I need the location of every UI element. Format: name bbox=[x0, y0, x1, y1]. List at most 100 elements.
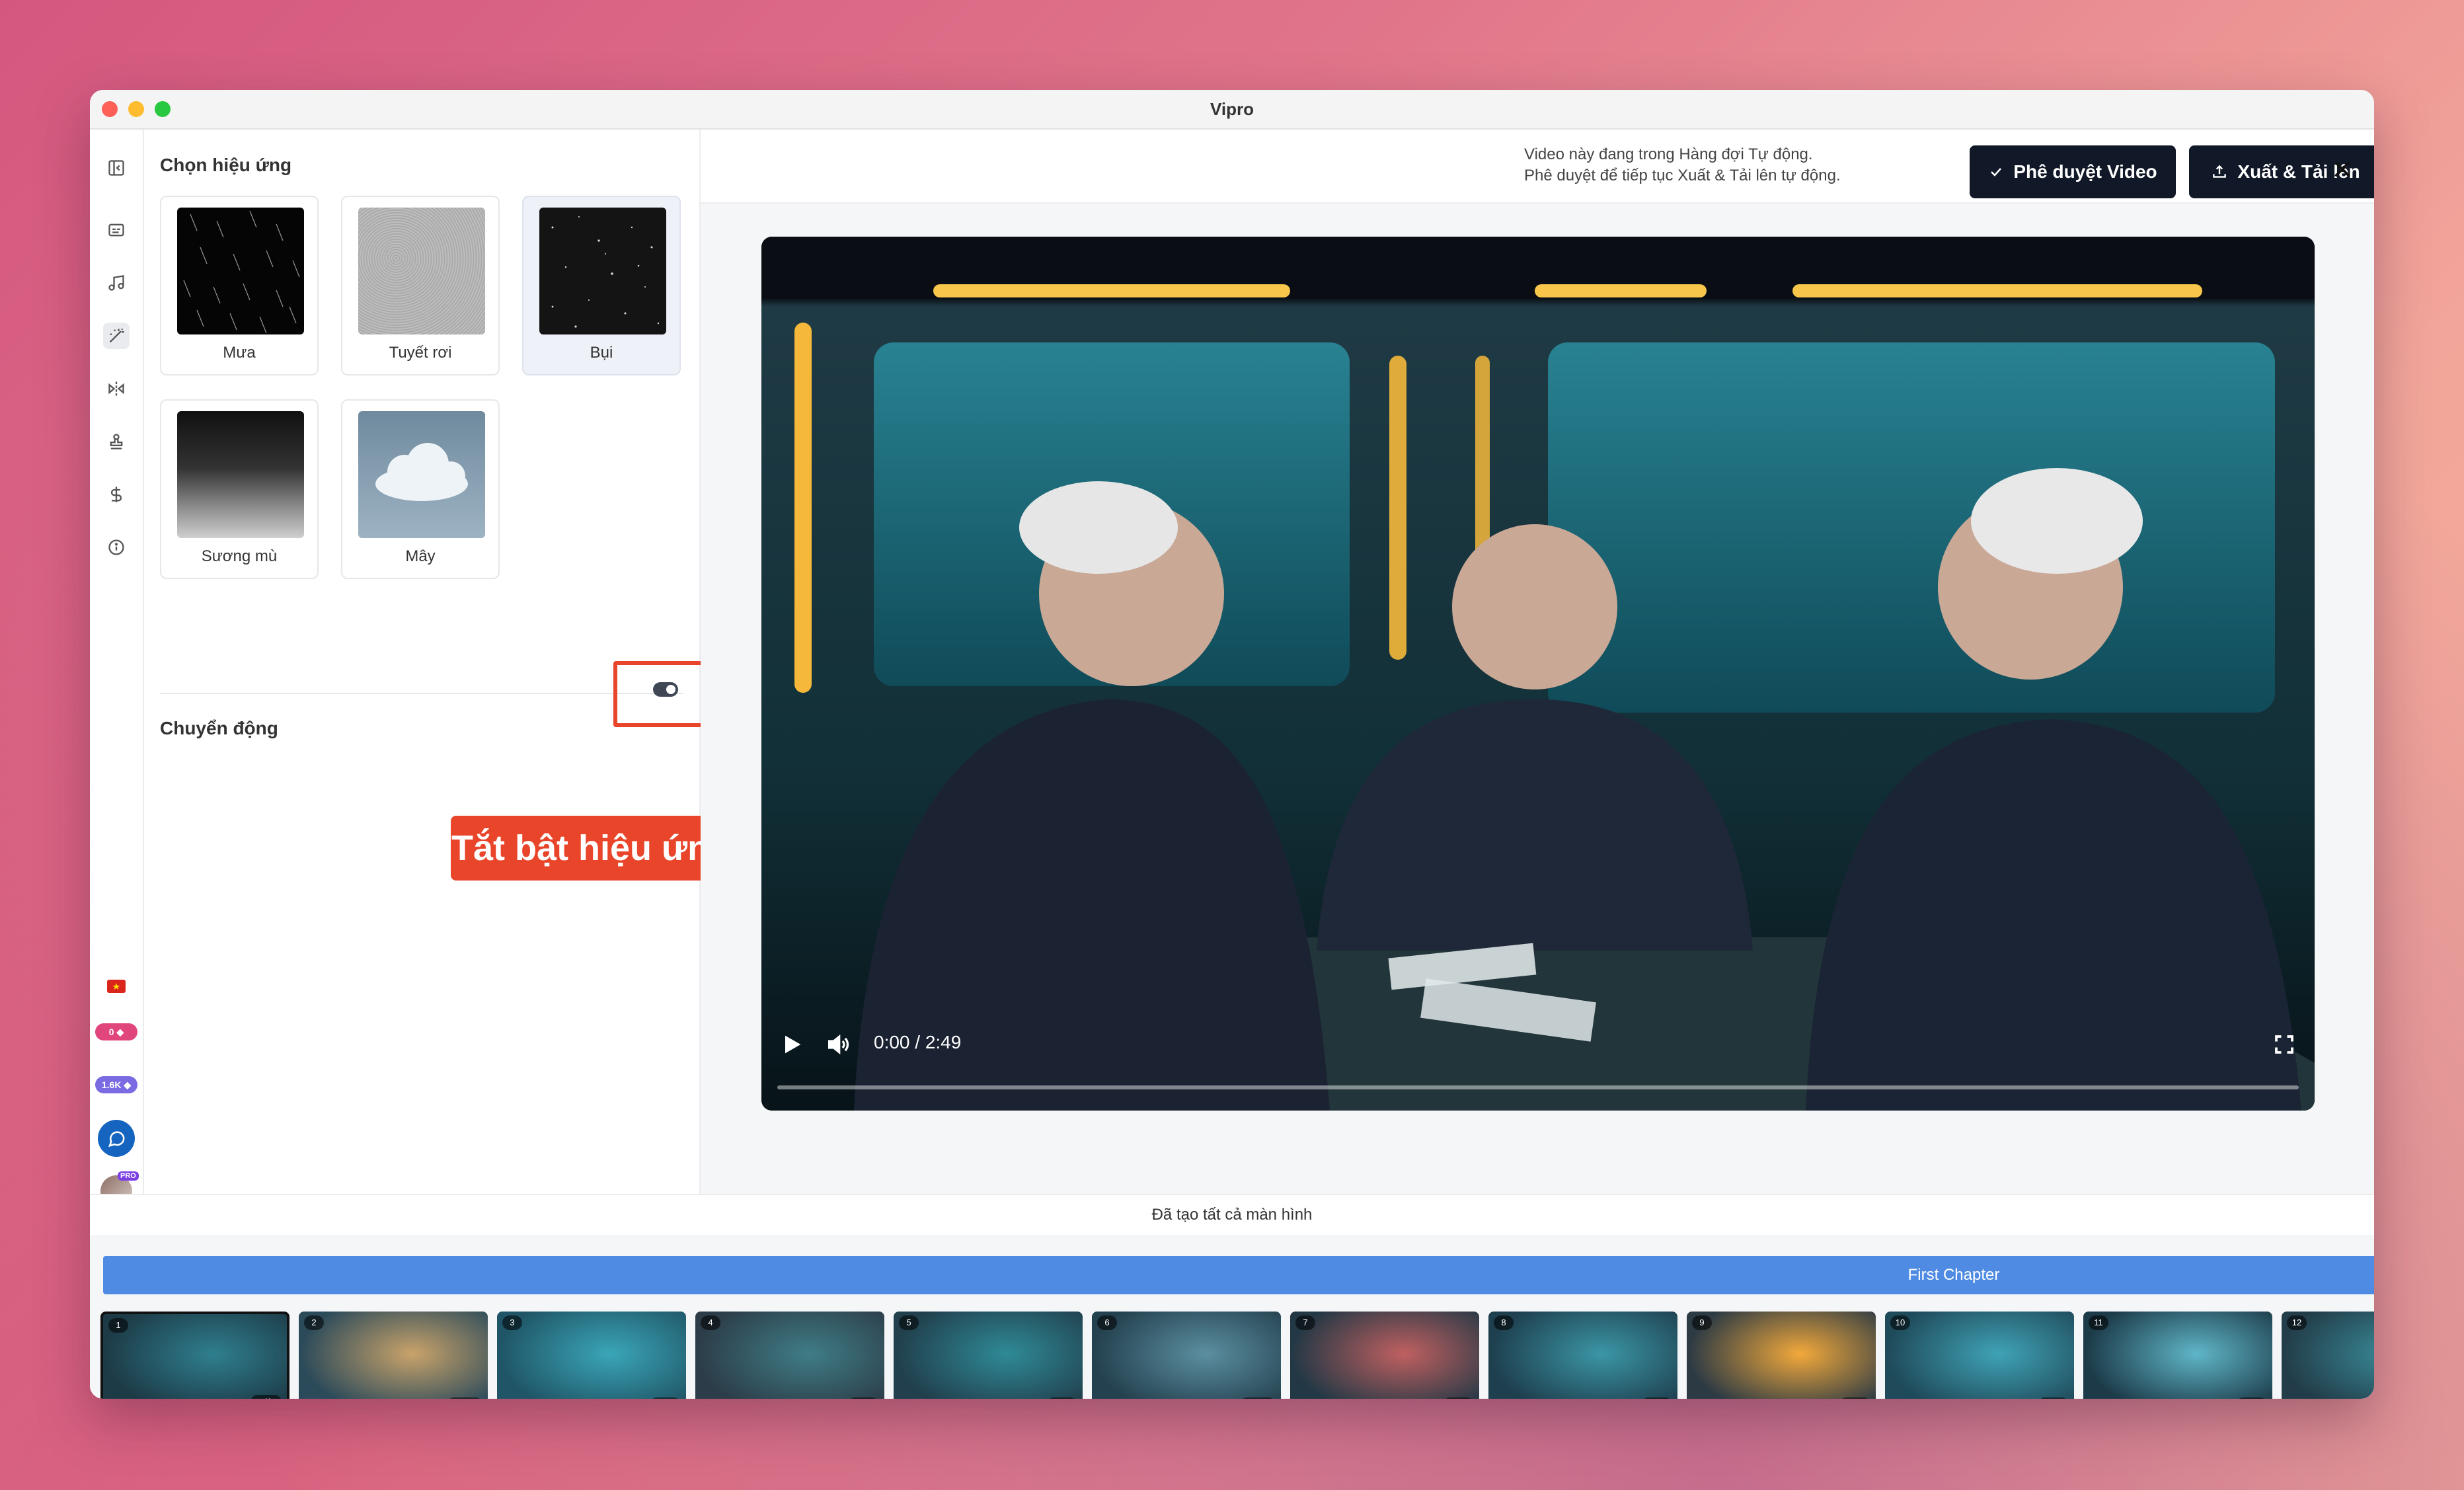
divider bbox=[160, 693, 683, 694]
video-frame bbox=[761, 237, 2315, 1111]
effect-label: Sương mù bbox=[201, 547, 278, 565]
effect-card-snow[interactable]: Tuyết rơi bbox=[341, 196, 500, 375]
subtitles-icon[interactable] bbox=[103, 217, 130, 243]
chat-icon bbox=[108, 1131, 125, 1148]
vietnam-flag-icon[interactable] bbox=[107, 980, 126, 993]
credits-badge[interactable]: 0 ◆ bbox=[95, 1023, 137, 1040]
frame-duration: 8giây bbox=[2037, 1397, 2069, 1399]
video-progress-bar[interactable] bbox=[777, 1085, 2299, 1089]
time-display: 0:00 / 2:49 bbox=[874, 1032, 962, 1052]
timeline-frame[interactable]: 10 8giây bbox=[1885, 1312, 2074, 1399]
pro-badge: PRO bbox=[118, 1171, 139, 1181]
credits-count: 0 bbox=[108, 1027, 114, 1037]
timeline-frame[interactable]: 6 14giây bbox=[1092, 1312, 1281, 1399]
frame-number: 4 bbox=[701, 1315, 720, 1330]
frame-duration: 7giây bbox=[2235, 1397, 2267, 1399]
app-window: Vipro 0 ◆ 1.6K ◆ PRO Chọn hiệu ứng Mưa T… bbox=[90, 90, 2374, 1399]
cloud-thumbnail bbox=[358, 411, 485, 538]
fullscreen-button[interactable] bbox=[2272, 1033, 2296, 1056]
magic-wand-icon[interactable] bbox=[103, 323, 130, 349]
play-button[interactable] bbox=[779, 1031, 805, 1058]
dust-thumbnail bbox=[539, 208, 666, 334]
points-badge[interactable]: 1.6K ◆ bbox=[95, 1076, 137, 1093]
generation-status: Đã tạo tất cả màn hình bbox=[90, 1194, 2374, 1235]
sidebar-collapse-icon[interactable] bbox=[103, 155, 130, 181]
effect-label: Mây bbox=[405, 547, 436, 565]
frame-duration: 6giây bbox=[847, 1397, 879, 1399]
chat-button[interactable] bbox=[98, 1120, 135, 1157]
volume-icon bbox=[828, 1034, 849, 1055]
fullscreen-icon bbox=[2275, 1035, 2293, 1054]
toggle-knob bbox=[666, 685, 675, 694]
frame-number: 10 bbox=[1890, 1315, 1910, 1330]
effect-card-fog[interactable]: Sương mù bbox=[160, 399, 319, 579]
frame-duration: 8giây bbox=[649, 1397, 681, 1399]
video-player[interactable]: 0:00 / 2:49 bbox=[761, 237, 2315, 1111]
snow-thumbnail bbox=[358, 208, 485, 334]
frame-number: 7 bbox=[1295, 1315, 1315, 1330]
music-icon[interactable] bbox=[103, 270, 130, 296]
notice-line-1: Video này đang trong Hàng đợi Tự động. bbox=[1524, 145, 1813, 163]
frame-number: 3 bbox=[502, 1315, 522, 1330]
effect-label: Mưa bbox=[223, 344, 256, 362]
frame-duration: 9giây bbox=[1640, 1397, 1672, 1399]
main-area: Video này đang trong Hàng đợi Tự động. P… bbox=[701, 130, 2374, 1235]
icon-rail: 0 ◆ 1.6K ◆ PRO bbox=[90, 130, 144, 1235]
frame-number: 12 bbox=[2287, 1315, 2307, 1330]
info-icon[interactable] bbox=[103, 534, 130, 561]
frame-duration: 28giây bbox=[446, 1397, 482, 1399]
window-title: Vipro bbox=[1210, 99, 1254, 119]
transition-icon[interactable] bbox=[103, 375, 130, 402]
timeline-frame[interactable]: 2 28giây bbox=[299, 1312, 488, 1399]
timeline-frame[interactable]: 9 1giây bbox=[1687, 1312, 1876, 1399]
effect-card-rain[interactable]: Mưa bbox=[160, 196, 319, 375]
frame-duration: 6giây bbox=[1046, 1397, 1077, 1399]
chapter-bar[interactable]: First Chapter bbox=[103, 1256, 2374, 1294]
title-bar: Vipro bbox=[90, 90, 2374, 130]
motion-toggle[interactable] bbox=[653, 682, 678, 697]
frame-duration: 9giây bbox=[1442, 1397, 1474, 1399]
timeline-frame[interactable]: 1 9giây bbox=[100, 1312, 289, 1399]
approve-video-button[interactable]: Phê duyệt Video bbox=[1970, 145, 2176, 198]
stamp-icon[interactable] bbox=[103, 428, 130, 455]
rain-thumbnail bbox=[177, 208, 304, 334]
dollar-icon[interactable] bbox=[103, 481, 130, 508]
frame-duration: 9giây bbox=[250, 1395, 282, 1399]
motion-label: Chuyển động bbox=[160, 718, 278, 738]
frame-duration: 14giây bbox=[1239, 1397, 1276, 1399]
frame-duration: 1giây bbox=[1839, 1397, 1870, 1399]
volume-button[interactable] bbox=[825, 1031, 851, 1058]
timeline-frame[interactable]: 8 9giây bbox=[1488, 1312, 1677, 1399]
frame-number: 6 bbox=[1097, 1315, 1117, 1330]
effect-label: Tuyết rơi bbox=[389, 344, 452, 362]
timeline-frame[interactable]: 5 6giây bbox=[894, 1312, 1083, 1399]
frame-number: 5 bbox=[899, 1315, 919, 1330]
timeline-frame[interactable]: 7 9giây bbox=[1290, 1312, 1479, 1399]
play-icon bbox=[785, 1035, 801, 1054]
frame-number: 1 bbox=[108, 1318, 128, 1333]
chapter-title: First Chapter bbox=[1907, 1266, 2000, 1284]
effect-card-dust[interactable]: Bụi bbox=[522, 196, 681, 375]
fog-thumbnail bbox=[177, 411, 304, 538]
diamond-icon: ◆ bbox=[124, 1079, 132, 1090]
check-icon bbox=[1991, 168, 2002, 176]
notice-line-2: Phê duyệt để tiếp tục Xuất & Tải lên tự … bbox=[1524, 167, 1841, 184]
frame-number: 11 bbox=[2089, 1315, 2108, 1330]
timeline-frame[interactable]: 3 8giây bbox=[497, 1312, 686, 1399]
close-icon[interactable] bbox=[2330, 157, 2354, 181]
approve-label: Phê duyệt Video bbox=[2013, 161, 2157, 182]
timeline-frame[interactable]: 4 6giây bbox=[695, 1312, 884, 1399]
frame-number: 2 bbox=[304, 1315, 324, 1330]
timeline-frame[interactable]: 11 7giây bbox=[2083, 1312, 2272, 1399]
effects-title: Chọn hiệu ứng bbox=[160, 155, 292, 175]
top-bar: Video này đang trong Hàng đợi Tự động. P… bbox=[701, 130, 2374, 204]
frame-number: 8 bbox=[1494, 1315, 1514, 1330]
effect-card-cloud[interactable]: Mây bbox=[341, 399, 500, 579]
diamond-icon: ◆ bbox=[116, 1026, 124, 1037]
timeline-frame[interactable]: 12 bbox=[2282, 1312, 2374, 1399]
filmstrip: 1 9giây 2 28giây 3 8giây 4 6giây 5 6giây 6 14giây 7 9… bbox=[90, 1308, 2374, 1399]
frame-number: 9 bbox=[1692, 1315, 1712, 1330]
queue-notice: Video này đang trong Hàng đợi Tự động. P… bbox=[1524, 144, 1841, 186]
effect-label: Bụi bbox=[590, 344, 613, 362]
timeline: First Chapter 19giây228giây38giây46giây5… bbox=[90, 1235, 2374, 1399]
